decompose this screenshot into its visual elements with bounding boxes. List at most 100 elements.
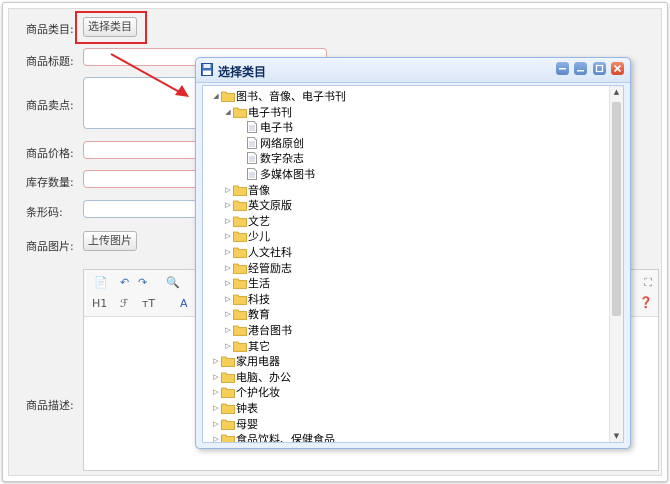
collapse-icon[interactable]	[555, 62, 569, 75]
stock-input[interactable]	[83, 170, 200, 188]
tree-node[interactable]: ▷ 文艺	[223, 214, 270, 229]
tree-node-label: 母婴	[236, 417, 258, 431]
file-icon	[245, 121, 259, 134]
price-label: 商品价格:	[26, 147, 74, 160]
help-icon[interactable]: ❓	[639, 296, 653, 309]
folder-icon	[233, 340, 247, 352]
collapsed-arrow-icon[interactable]: ▷	[223, 323, 233, 338]
collapsed-arrow-icon[interactable]: ▷	[223, 198, 233, 213]
collapsed-arrow-icon[interactable]: ▷	[211, 385, 221, 400]
image-label: 商品图片:	[26, 240, 74, 253]
upload-image-button[interactable]: 上传图片	[83, 231, 137, 251]
collapsed-arrow-icon[interactable]: ▷	[211, 370, 221, 385]
tree-node[interactable]: ▷ 经管励志	[223, 261, 292, 276]
source-icon[interactable]: 📄	[94, 276, 108, 289]
tree-node-label: 电脑、办公	[236, 370, 291, 384]
dialog-title: 选择类目	[218, 65, 267, 79]
tree-node[interactable]: 网络原创	[235, 136, 304, 151]
folder-icon	[221, 402, 235, 414]
folder-icon	[221, 433, 235, 442]
scroll-up-icon[interactable]: ▲	[610, 86, 623, 98]
stock-label: 库存数量:	[26, 176, 74, 189]
close-icon[interactable]	[611, 62, 624, 75]
category-highlight-box	[75, 11, 147, 44]
tree-node[interactable]: ▷ 电脑、办公	[211, 370, 291, 385]
fullscreen-icon[interactable]: ⛶	[644, 276, 652, 290]
price-input[interactable]	[83, 141, 200, 159]
collapsed-arrow-icon[interactable]: ▷	[211, 401, 221, 416]
barcode-input[interactable]	[83, 200, 200, 218]
collapsed-arrow-icon[interactable]: ▷	[223, 307, 233, 322]
tree-node[interactable]: 多媒体图书	[235, 167, 315, 182]
tree-node[interactable]: ▷ 英文原版	[223, 198, 292, 213]
maximize-icon[interactable]	[592, 62, 606, 75]
tree-node-label: 多媒体图书	[260, 168, 315, 181]
undo-icon[interactable]: ↶	[120, 276, 129, 289]
folder-icon	[233, 184, 247, 196]
font-color-button[interactable]: A	[180, 297, 188, 310]
font-family-button[interactable]: ℱ	[120, 297, 129, 310]
tree-node[interactable]: ▷ 教育	[223, 307, 270, 322]
collapsed-arrow-icon[interactable]: ▷	[223, 214, 233, 229]
tree-node-label: 网络原创	[260, 136, 304, 150]
folder-icon	[233, 106, 247, 118]
collapsed-arrow-icon[interactable]: ▷	[211, 417, 221, 432]
tree-node[interactable]: ▷ 其它	[223, 339, 270, 354]
collapsed-arrow-icon[interactable]: ▷	[211, 432, 221, 442]
tree-node-label: 英文原版	[248, 199, 292, 213]
tree-node[interactable]: ▷ 少儿	[223, 229, 270, 244]
tree-node[interactable]: ▷ 钟表	[211, 401, 258, 416]
tree-node-label: 科技	[248, 292, 270, 306]
tree-node[interactable]: 数字杂志	[235, 151, 304, 166]
tree-node[interactable]: ▷ 母婴	[211, 417, 258, 432]
tree-node[interactable]: ◢ 图书、音像、电子书刊	[211, 89, 346, 104]
dialog-tools	[554, 62, 624, 75]
folder-icon	[233, 215, 247, 227]
expanded-arrow-icon[interactable]: ◢	[211, 89, 221, 104]
tree-node[interactable]: 电子书	[235, 120, 293, 135]
tree-node-label: 电子书	[260, 121, 293, 135]
tree-node[interactable]: ◢ 电子书刊	[223, 105, 292, 120]
tree-node-label: 个护化妆	[236, 386, 280, 400]
preview-icon[interactable]: 🔍	[166, 276, 180, 289]
tree-node-label: 家用电器	[236, 355, 280, 369]
tree-node-label: 食品饮料、保健食品	[236, 433, 335, 443]
collapsed-arrow-icon[interactable]: ▷	[223, 261, 233, 276]
tree-node[interactable]: ▷ 音像	[223, 183, 270, 198]
collapsed-arrow-icon[interactable]: ▷	[223, 276, 233, 291]
redo-icon[interactable]: ↷	[138, 276, 147, 289]
tree-node[interactable]: ▷ 科技	[223, 292, 270, 307]
font-size-button[interactable]: тT	[142, 297, 155, 310]
collapsed-arrow-icon[interactable]: ▷	[223, 339, 233, 354]
scroll-down-icon[interactable]: ▼	[610, 430, 623, 442]
tree-node[interactable]: ▷ 家用电器	[211, 354, 280, 369]
tree-node-label: 其它	[248, 339, 270, 353]
collapsed-arrow-icon[interactable]: ▷	[223, 292, 233, 307]
collapsed-arrow-icon[interactable]: ▷	[211, 354, 221, 369]
tree-node[interactable]: ▷ 个护化妆	[211, 385, 280, 400]
dialog-header: 选择类目	[196, 58, 630, 83]
expanded-arrow-icon[interactable]: ◢	[223, 105, 233, 120]
collapsed-arrow-icon[interactable]: ▷	[223, 245, 233, 260]
tree-node[interactable]: ▷ 生活	[223, 276, 270, 291]
folder-icon	[221, 418, 235, 430]
select-category-dialog: 选择类目 ◢ 图书、音像、电子书刊 ◢ 电子书刊 电子书 网络原创 数字杂志多媒体图书 ▷ 音像…	[195, 57, 631, 449]
tree-node[interactable]: ▷ 食品饮料、保健食品	[211, 432, 335, 443]
scroll-thumb[interactable]	[612, 102, 621, 316]
folder-icon	[233, 308, 247, 321]
heading-button[interactable]: H1	[92, 297, 107, 310]
folder-icon	[233, 199, 247, 212]
collapsed-arrow-icon[interactable]: ▷	[223, 229, 233, 244]
red-arrow	[110, 53, 189, 97]
file-icon	[245, 168, 259, 180]
category-tree-panel: ◢ 图书、音像、电子书刊 ◢ 电子书刊 电子书 网络原创 数字杂志 多媒体图书 ▷ 音像 ▷ 英文原版…	[202, 85, 624, 443]
tree-node-label: 人文社科	[248, 246, 292, 259]
tree-node[interactable]: ▷ 人文社科	[223, 245, 292, 260]
tree-node-label: 文艺	[248, 214, 270, 228]
collapsed-arrow-icon[interactable]: ▷	[223, 183, 233, 198]
selling-point-label: 商品卖点:	[26, 99, 74, 112]
minimize-icon[interactable]	[574, 62, 587, 75]
tree-scrollbar[interactable]: ▲ ▼	[609, 86, 623, 442]
tree-node-label: 少儿	[248, 230, 270, 244]
tree-node[interactable]: ▷ 港台图书	[223, 323, 292, 338]
